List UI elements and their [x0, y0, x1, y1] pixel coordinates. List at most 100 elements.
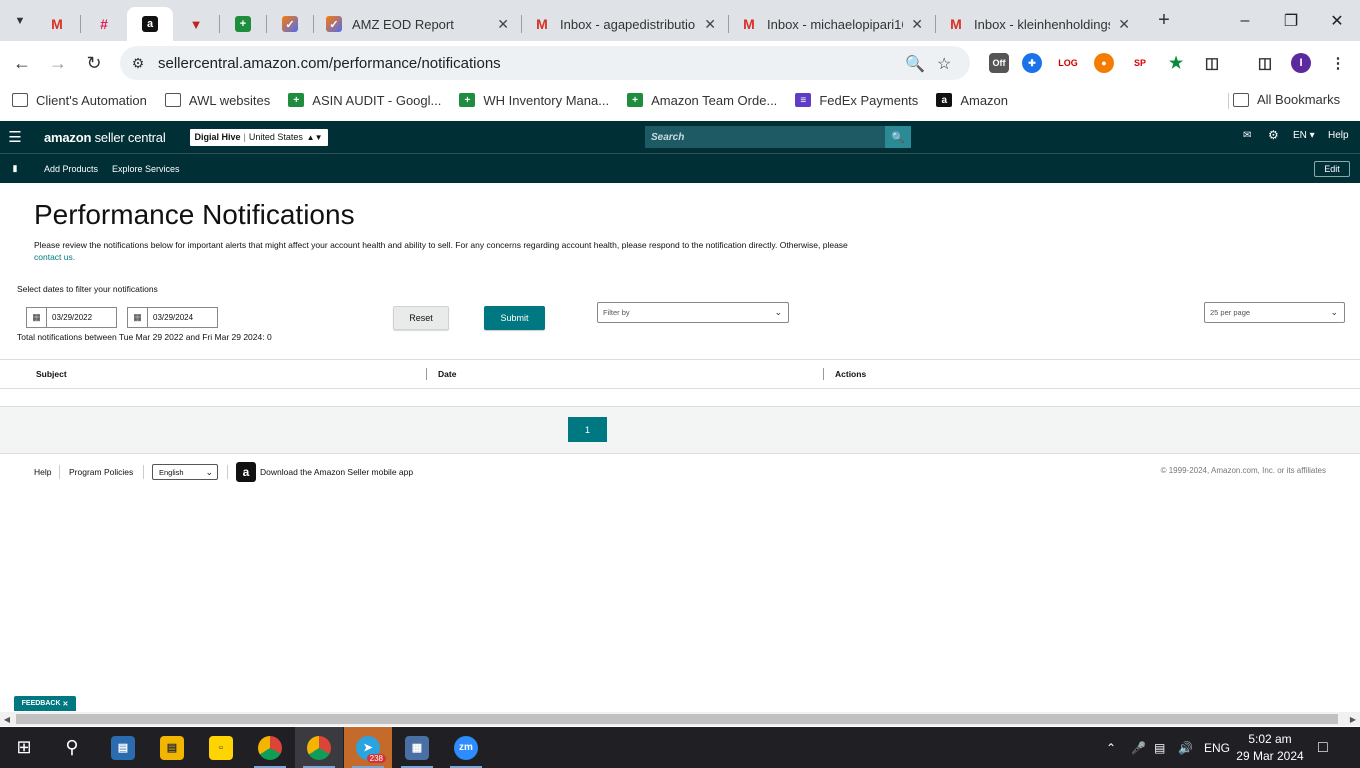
- all-bookmarks[interactable]: All Bookmarks: [1233, 92, 1340, 107]
- feedback-button[interactable]: FEEDBACK ✕: [14, 696, 76, 711]
- close-icon[interactable]: ✕: [62, 700, 68, 708]
- filter-by-select[interactable]: Filter by ⌄: [597, 302, 789, 323]
- extension-star-icon[interactable]: ★: [1166, 53, 1186, 73]
- tab-amz-eod-report[interactable]: ✓ AMZ EOD Report ✕: [314, 7, 521, 41]
- mail-icon[interactable]: ✉: [1243, 130, 1251, 141]
- submit-button[interactable]: Submit: [484, 306, 545, 330]
- minimize-button[interactable]: –: [1222, 0, 1268, 41]
- edit-button[interactable]: Edit: [1314, 161, 1350, 177]
- close-icon: ✕: [1330, 12, 1344, 30]
- contact-us-link[interactable]: contact us.: [34, 252, 75, 262]
- address-bar[interactable]: ⚙ sellercentral.amazon.com/performance/n…: [120, 46, 970, 80]
- seller-central-logo[interactable]: amazon seller central: [44, 130, 166, 145]
- program-policies-link[interactable]: Program Policies: [69, 467, 133, 477]
- horizontal-scrollbar[interactable]: ◀ ▶: [0, 712, 1360, 726]
- tab-clickup[interactable]: ✓: [267, 7, 313, 41]
- date-to-input[interactable]: ▦ 03/29/2024: [127, 307, 218, 328]
- bookmark-amazon-team-orders[interactable]: + Amazon Team Orde...: [627, 93, 777, 108]
- bookmark-folder-awl-websites[interactable]: AWL websites: [164, 93, 270, 108]
- network-icon[interactable]: ▤: [1154, 727, 1165, 768]
- taskbar-calculator[interactable]: ▦: [393, 727, 441, 768]
- extension-blue-icon[interactable]: ✚: [1022, 53, 1042, 73]
- hamburger-menu-icon[interactable]: ☰: [0, 128, 30, 146]
- per-page-select[interactable]: 25 per page ⌄: [1204, 302, 1345, 323]
- close-icon[interactable]: ✕: [497, 16, 509, 33]
- tray-overflow-icon[interactable]: ⌃: [1106, 727, 1116, 768]
- back-button[interactable]: ←: [4, 45, 40, 81]
- tab-gmail-1[interactable]: M: [34, 7, 80, 41]
- date-from-input[interactable]: ▦ 03/29/2022: [26, 307, 117, 328]
- sort-arrows-icon: ▲▼: [306, 132, 323, 142]
- extension-alert-icon[interactable]: SP: [1130, 53, 1150, 73]
- taskbar-file-explorer[interactable]: ▤: [148, 727, 196, 768]
- notifications-icon[interactable]: □: [1318, 727, 1328, 768]
- bookmark-fedex-payments[interactable]: ≡ FedEx Payments: [795, 93, 918, 108]
- tab-inbox-michael[interactable]: M Inbox - michaelopipari16 ✕: [729, 7, 935, 41]
- column-subject[interactable]: Subject: [36, 369, 67, 379]
- bookmark-wh-inventory[interactable]: + WH Inventory Mana...: [459, 93, 609, 108]
- new-tab-button[interactable]: +: [1150, 7, 1178, 35]
- bookmark-folder-clients-automation[interactable]: Client's Automation: [12, 93, 147, 108]
- tab-slack[interactable]: #: [81, 7, 127, 41]
- site-settings-icon[interactable]: ⚙: [128, 55, 148, 72]
- add-products-link[interactable]: Add Products: [44, 164, 98, 174]
- volume-icon[interactable]: 🔊: [1178, 727, 1193, 768]
- tab-search-button[interactable]: ▼: [6, 7, 34, 35]
- page-button-1[interactable]: 1: [568, 417, 607, 442]
- taskbar-chrome-1[interactable]: [246, 727, 294, 768]
- side-panel-icon[interactable]: ◫: [1255, 53, 1275, 73]
- close-icon[interactable]: ✕: [704, 16, 716, 33]
- tab-inbox-kleinhen[interactable]: M Inbox - kleinhenholdingsl ✕: [936, 7, 1142, 41]
- restore-button[interactable]: ❐: [1268, 0, 1314, 41]
- gear-icon[interactable]: ⚙: [1268, 128, 1279, 142]
- store-selector[interactable]: Digial Hive | United States ▲▼: [189, 128, 328, 146]
- language-label: EN: [1293, 130, 1307, 141]
- tab-title: Inbox - agapedistribution: [560, 16, 697, 32]
- input-language[interactable]: ENG: [1204, 727, 1230, 768]
- search-taskbar-button[interactable]: ⚲: [48, 727, 96, 768]
- scroll-left-icon[interactable]: ◀: [0, 712, 14, 726]
- zoom-icon[interactable]: 🔍: [905, 54, 925, 74]
- column-date[interactable]: Date: [438, 369, 456, 379]
- scrollbar-thumb[interactable]: [16, 714, 1338, 724]
- taskbar-telegram[interactable]: ➤ 238: [344, 727, 392, 768]
- taskbar-pc[interactable]: ▤: [99, 727, 147, 768]
- taskbar-clock[interactable]: 5:02 am 29 Mar 2024: [1232, 731, 1308, 765]
- help-link[interactable]: Help: [1328, 130, 1349, 141]
- menu-kebab-icon[interactable]: ⋮: [1328, 53, 1348, 73]
- explore-services-link[interactable]: Explore Services: [112, 164, 180, 174]
- amazon-app-icon[interactable]: a: [236, 462, 256, 482]
- microphone-icon[interactable]: 🎤: [1131, 727, 1146, 768]
- tab-amazon-active[interactable]: a: [127, 7, 173, 41]
- scroll-right-icon[interactable]: ▶: [1346, 712, 1360, 726]
- language-selector[interactable]: EN ▾: [1293, 130, 1315, 141]
- start-button[interactable]: ⊞: [0, 727, 48, 768]
- reload-button[interactable]: ↻: [76, 45, 112, 81]
- download-app-link[interactable]: Download the Amazon Seller mobile app: [260, 467, 413, 477]
- close-window-button[interactable]: ✕: [1314, 0, 1360, 41]
- footer-language-select[interactable]: English ⌄: [152, 464, 218, 480]
- profile-avatar[interactable]: I: [1291, 53, 1311, 73]
- taskbar-sticky-notes[interactable]: ▫: [197, 727, 245, 768]
- tab-vpn[interactable]: ▼: [173, 7, 219, 41]
- bookmark-asin-audit[interactable]: + ASIN AUDIT - Googl...: [288, 93, 441, 108]
- taskbar-zoom[interactable]: zm: [442, 727, 490, 768]
- extension-orange-icon[interactable]: ●: [1094, 53, 1114, 73]
- reset-button[interactable]: Reset: [393, 306, 449, 330]
- search-button[interactable]: 🔍: [885, 126, 911, 148]
- close-icon[interactable]: ✕: [1118, 16, 1130, 33]
- bookmark-icon[interactable]: ▮: [0, 163, 30, 174]
- bookmark-amazon[interactable]: a Amazon: [936, 93, 1008, 108]
- tab-inbox-agape[interactable]: M Inbox - agapedistribution ✕: [522, 7, 728, 41]
- extension-login-icon[interactable]: LOG: [1058, 53, 1078, 73]
- extension-off-icon[interactable]: Off: [989, 53, 1009, 73]
- tab-sheets[interactable]: +: [220, 7, 266, 41]
- page-title: Performance Notifications: [34, 199, 355, 230]
- extensions-puzzle-icon[interactable]: ◫: [1202, 53, 1222, 73]
- forward-button[interactable]: →: [40, 45, 76, 81]
- bookmark-star-icon[interactable]: ☆: [937, 54, 951, 74]
- taskbar-chrome-2[interactable]: [295, 727, 343, 768]
- close-icon[interactable]: ✕: [911, 16, 923, 33]
- search-input[interactable]: Search: [645, 126, 885, 148]
- footer-help-link[interactable]: Help: [34, 467, 51, 477]
